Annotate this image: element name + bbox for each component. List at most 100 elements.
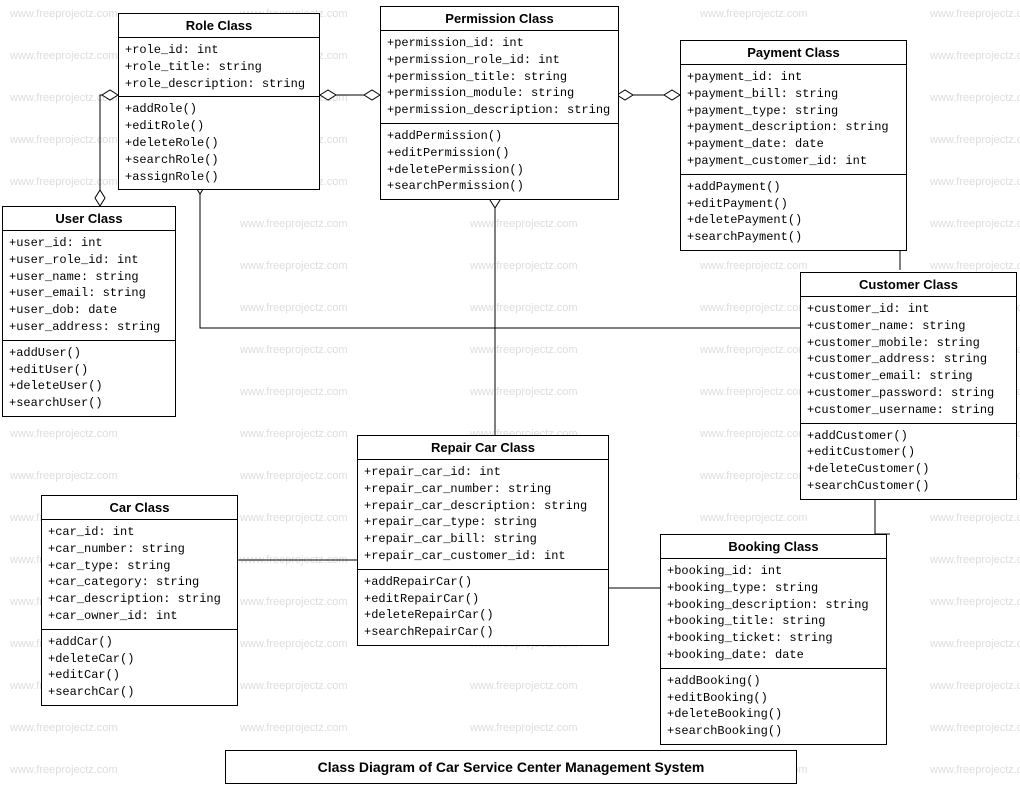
watermark-text: www.freeprojectz.com: [700, 302, 808, 314]
class-attributes: +permission_id: int+permission_role_id: …: [381, 31, 618, 124]
class-role: Role Class +role_id: int+role_title: str…: [118, 13, 320, 190]
watermark-text: www.freeprojectz.com: [240, 470, 348, 482]
uml-row: +permission_id: int: [387, 35, 612, 52]
class-title: Payment Class: [681, 41, 906, 65]
class-car: Car Class +car_id: int+car_number: strin…: [41, 495, 238, 706]
uml-row: +car_type: string: [48, 558, 231, 575]
watermark-text: www.freeprojectz.com: [240, 302, 348, 314]
watermark-text: www.freeprojectz.com: [240, 596, 348, 608]
class-title: Permission Class: [381, 7, 618, 31]
uml-row: +deleteUser(): [9, 378, 169, 395]
uml-row: +repair_car_bill: string: [364, 531, 602, 548]
uml-row: +permission_title: string: [387, 69, 612, 86]
watermark-text: www.freeprojectz.com: [700, 428, 808, 440]
uml-row: +deleteCustomer(): [807, 461, 1010, 478]
class-methods: +addPermission()+editPermission()+delete…: [381, 124, 618, 199]
watermark-text: www.freeprojectz.com: [930, 638, 1020, 650]
watermark-text: www.freeprojectz.com: [470, 344, 578, 356]
uml-row: +addRepairCar(): [364, 574, 602, 591]
uml-row: +car_owner_id: int: [48, 608, 231, 625]
watermark-text: www.freeprojectz.com: [240, 428, 348, 440]
watermark-text: www.freeprojectz.com: [10, 764, 118, 776]
uml-row: +permission_module: string: [387, 85, 612, 102]
watermark-text: www.freeprojectz.com: [930, 680, 1020, 692]
watermark-text: www.freeprojectz.com: [470, 302, 578, 314]
watermark-text: www.freeprojectz.com: [700, 344, 808, 356]
watermark-text: www.freeprojectz.com: [240, 722, 348, 734]
class-attributes: +user_id: int+user_role_id: int+user_nam…: [3, 231, 175, 341]
uml-row: +car_category: string: [48, 574, 231, 591]
class-methods: +addBooking()+editBooking()+deleteBookin…: [661, 669, 886, 744]
uml-row: +addUser(): [9, 345, 169, 362]
uml-row: +deleteBooking(): [667, 706, 880, 723]
uml-row: +editPermission(): [387, 145, 612, 162]
watermark-text: www.freeprojectz.com: [930, 722, 1020, 734]
watermark-text: www.freeprojectz.com: [10, 8, 118, 20]
uml-row: +editPayment(): [687, 196, 900, 213]
uml-row: +searchCar(): [48, 684, 231, 701]
watermark-text: www.freeprojectz.com: [930, 8, 1020, 20]
watermark-text: www.freeprojectz.com: [10, 428, 118, 440]
uml-row: +editRole(): [125, 118, 313, 135]
uml-row: +customer_id: int: [807, 301, 1010, 318]
uml-row: +editBooking(): [667, 690, 880, 707]
watermark-text: www.freeprojectz.com: [240, 554, 348, 566]
uml-row: +customer_username: string: [807, 402, 1010, 419]
watermark-text: www.freeprojectz.com: [10, 92, 118, 104]
watermark-text: www.freeprojectz.com: [240, 218, 348, 230]
uml-row: +booking_ticket: string: [667, 630, 880, 647]
uml-row: +booking_title: string: [667, 613, 880, 630]
watermark-text: www.freeprojectz.com: [240, 638, 348, 650]
watermark-text: www.freeprojectz.com: [240, 680, 348, 692]
watermark-text: www.freeprojectz.com: [240, 386, 348, 398]
class-title: Role Class: [119, 14, 319, 38]
class-attributes: +repair_car_id: int+repair_car_number: s…: [358, 460, 608, 570]
class-methods: +addRepairCar()+editRepairCar()+deleteRe…: [358, 570, 608, 645]
uml-row: +user_name: string: [9, 269, 169, 286]
diagram-title: Class Diagram of Car Service Center Mana…: [225, 750, 797, 784]
watermark-text: www.freeprojectz.com: [930, 50, 1020, 62]
uml-row: +deletePayment(): [687, 212, 900, 229]
uml-row: +payment_customer_id: int: [687, 153, 900, 170]
watermark-text: www.freeprojectz.com: [470, 260, 578, 272]
uml-row: +deleteRole(): [125, 135, 313, 152]
watermark-text: www.freeprojectz.com: [10, 470, 118, 482]
watermark-text: www.freeprojectz.com: [10, 50, 118, 62]
uml-row: +booking_type: string: [667, 580, 880, 597]
uml-row: +searchCustomer(): [807, 478, 1010, 495]
watermark-text: www.freeprojectz.com: [930, 218, 1020, 230]
uml-row: +deleteRepairCar(): [364, 607, 602, 624]
uml-row: +customer_email: string: [807, 368, 1010, 385]
watermark-text: www.freeprojectz.com: [470, 722, 578, 734]
uml-row: +editUser(): [9, 362, 169, 379]
uml-row: +car_id: int: [48, 524, 231, 541]
watermark-text: www.freeprojectz.com: [930, 260, 1020, 272]
uml-row: +searchRole(): [125, 152, 313, 169]
uml-row: +searchPermission(): [387, 178, 612, 195]
class-methods: +addRole()+editRole()+deleteRole()+searc…: [119, 97, 319, 189]
uml-row: +booking_id: int: [667, 563, 880, 580]
watermark-text: www.freeprojectz.com: [10, 134, 118, 146]
class-attributes: +customer_id: int+customer_name: string +…: [801, 297, 1016, 424]
watermark-text: www.freeprojectz.com: [930, 92, 1020, 104]
watermark-text: www.freeprojectz.com: [240, 512, 348, 524]
uml-row: +repair_car_type: string: [364, 514, 602, 531]
watermark-text: www.freeprojectz.com: [930, 764, 1020, 776]
uml-row: +car_description: string: [48, 591, 231, 608]
class-title: User Class: [3, 207, 175, 231]
uml-row: +role_description: string: [125, 76, 313, 93]
uml-row: +permission_role_id: int: [387, 52, 612, 69]
uml-row: +payment_id: int: [687, 69, 900, 86]
uml-row: +payment_description: string: [687, 119, 900, 136]
class-methods: +addCustomer()+editCustomer()+deleteCust…: [801, 424, 1016, 499]
uml-row: +customer_name: string: [807, 318, 1010, 335]
uml-row: +user_role_id: int: [9, 252, 169, 269]
uml-row: +user_id: int: [9, 235, 169, 252]
uml-row: +payment_date: date: [687, 136, 900, 153]
watermark-text: www.freeprojectz.com: [700, 260, 808, 272]
uml-row: +addCar(): [48, 634, 231, 651]
uml-row: +repair_car_number: string: [364, 481, 602, 498]
uml-row: +assignRole(): [125, 169, 313, 186]
uml-row: +repair_car_customer_id: int: [364, 548, 602, 565]
uml-row: +user_dob: date: [9, 302, 169, 319]
